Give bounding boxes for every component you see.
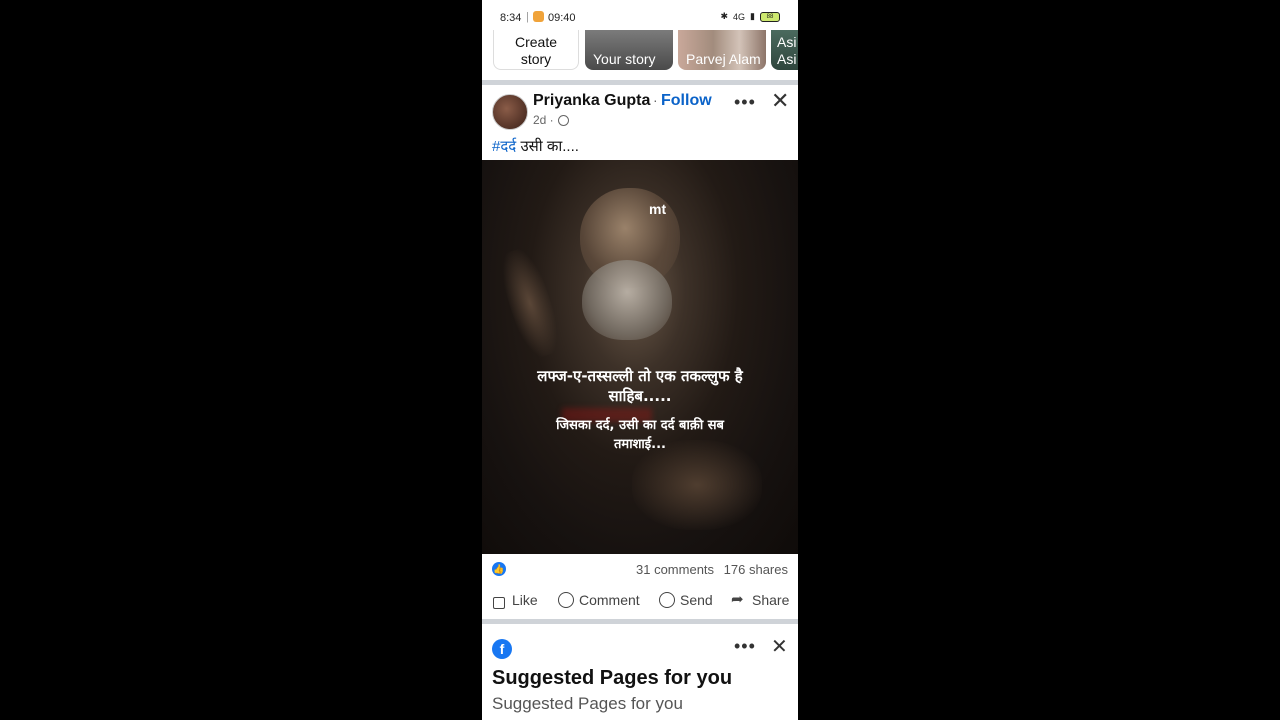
avatar[interactable] <box>492 94 528 130</box>
thumbs-up-icon <box>491 592 507 609</box>
hashtag-link[interactable]: #दर्द <box>492 138 516 155</box>
section-divider <box>482 619 798 624</box>
like-reaction-icon[interactable]: 👍 <box>492 562 506 576</box>
your-story-card[interactable]: Your story <box>585 30 673 70</box>
status-separator: | <box>526 11 529 23</box>
image-beard <box>582 260 672 340</box>
share-label: Share <box>752 592 790 608</box>
whatsapp-icon <box>659 592 675 608</box>
post-time: 2d · <box>533 113 554 127</box>
send-label: Send <box>680 592 713 608</box>
post-author[interactable]: Priyanka Gupta <box>533 92 650 110</box>
bluetooth-icon: ✱ <box>720 11 729 21</box>
close-icon[interactable]: ✕ <box>771 88 789 114</box>
close-icon[interactable]: ✕ <box>771 634 788 659</box>
image-hand <box>493 244 567 362</box>
signal-icon: ▮ <box>750 11 755 21</box>
comments-count[interactable]: 31 comments <box>636 562 714 577</box>
stories-tray: Create story Your story Parvej Alam Asi … <box>482 30 798 80</box>
facebook-logo-icon: f <box>492 639 512 659</box>
share-icon <box>731 590 747 608</box>
your-story-label: Your story <box>593 51 656 67</box>
status-time: 8:34 <box>500 12 522 24</box>
suggested-title: Suggested Pages for you <box>492 667 733 689</box>
globe-icon <box>557 114 569 126</box>
comment-label: Comment <box>579 592 640 608</box>
follow-button[interactable]: Follow <box>661 92 712 110</box>
image-quote-line1: लफ्ज-ए-तस्सल्ली तो एक तकल्लुफ है साहिब..… <box>537 367 743 405</box>
more-options-icon[interactable]: ••• <box>734 636 756 657</box>
image-quote-line2: जिसका दर्द, उसी का दर्द बाक़ी सब तमाशाई.… <box>556 418 724 452</box>
comment-icon <box>558 592 574 608</box>
call-time: 09:40 <box>548 12 576 24</box>
battery-icon: 88 <box>760 11 780 22</box>
post-actions: Like Comment Send Share <box>482 588 798 616</box>
post-header: Priyanka Gupta · Follow 2d · ••• ✕ #दर्द… <box>482 86 798 160</box>
story-card-asi[interactable]: Asi Asi <box>771 30 798 70</box>
section-divider <box>482 80 798 85</box>
image-watermark: mt <box>649 201 667 217</box>
engagement-counts: 31 comments 176 shares <box>630 562 788 577</box>
post-caption: #दर्द उसी का.... <box>492 136 579 156</box>
status-icons: ✱ 4G ▮ 88 <box>720 11 780 22</box>
post-stats: 👍 31 comments 176 shares <box>482 554 798 584</box>
post-meta: 2d · <box>533 113 569 127</box>
network-icon: 4G <box>733 11 746 22</box>
share-button[interactable]: Share <box>731 590 790 608</box>
more-options-icon[interactable]: ••• <box>734 92 756 113</box>
create-story-label: Create story <box>514 34 558 67</box>
suggested-pages-card: f ••• ✕ Suggested Pages for you Suggeste… <box>482 626 798 720</box>
create-story-card[interactable]: Create story <box>493 30 579 70</box>
shares-count[interactable]: 176 shares <box>724 562 788 577</box>
story-card-parvej-alam[interactable]: Parvej Alam <box>678 30 766 70</box>
story-label: Asi Asi <box>777 34 797 67</box>
story-label: Parvej Alam <box>686 51 761 67</box>
like-button[interactable]: Like <box>491 592 538 609</box>
status-bar: 8:34 | 09:40 ✱ 4G ▮ 88 <box>482 0 798 30</box>
phone-screen: 8:34 | 09:40 ✱ 4G ▮ 88 Create story Your… <box>482 0 798 720</box>
send-button[interactable]: Send <box>659 592 713 608</box>
caption-text: उसी का.... <box>516 138 579 155</box>
post-image[interactable]: mt लफ्ज-ए-तस्सल्ली तो एक तकल्लुफ है साहि… <box>482 160 798 554</box>
suggested-subtitle: Suggested Pages for you <box>492 694 683 713</box>
like-label: Like <box>512 592 538 608</box>
call-icon <box>533 11 544 22</box>
comment-button[interactable]: Comment <box>558 592 640 608</box>
separator-dot: · <box>653 92 658 108</box>
